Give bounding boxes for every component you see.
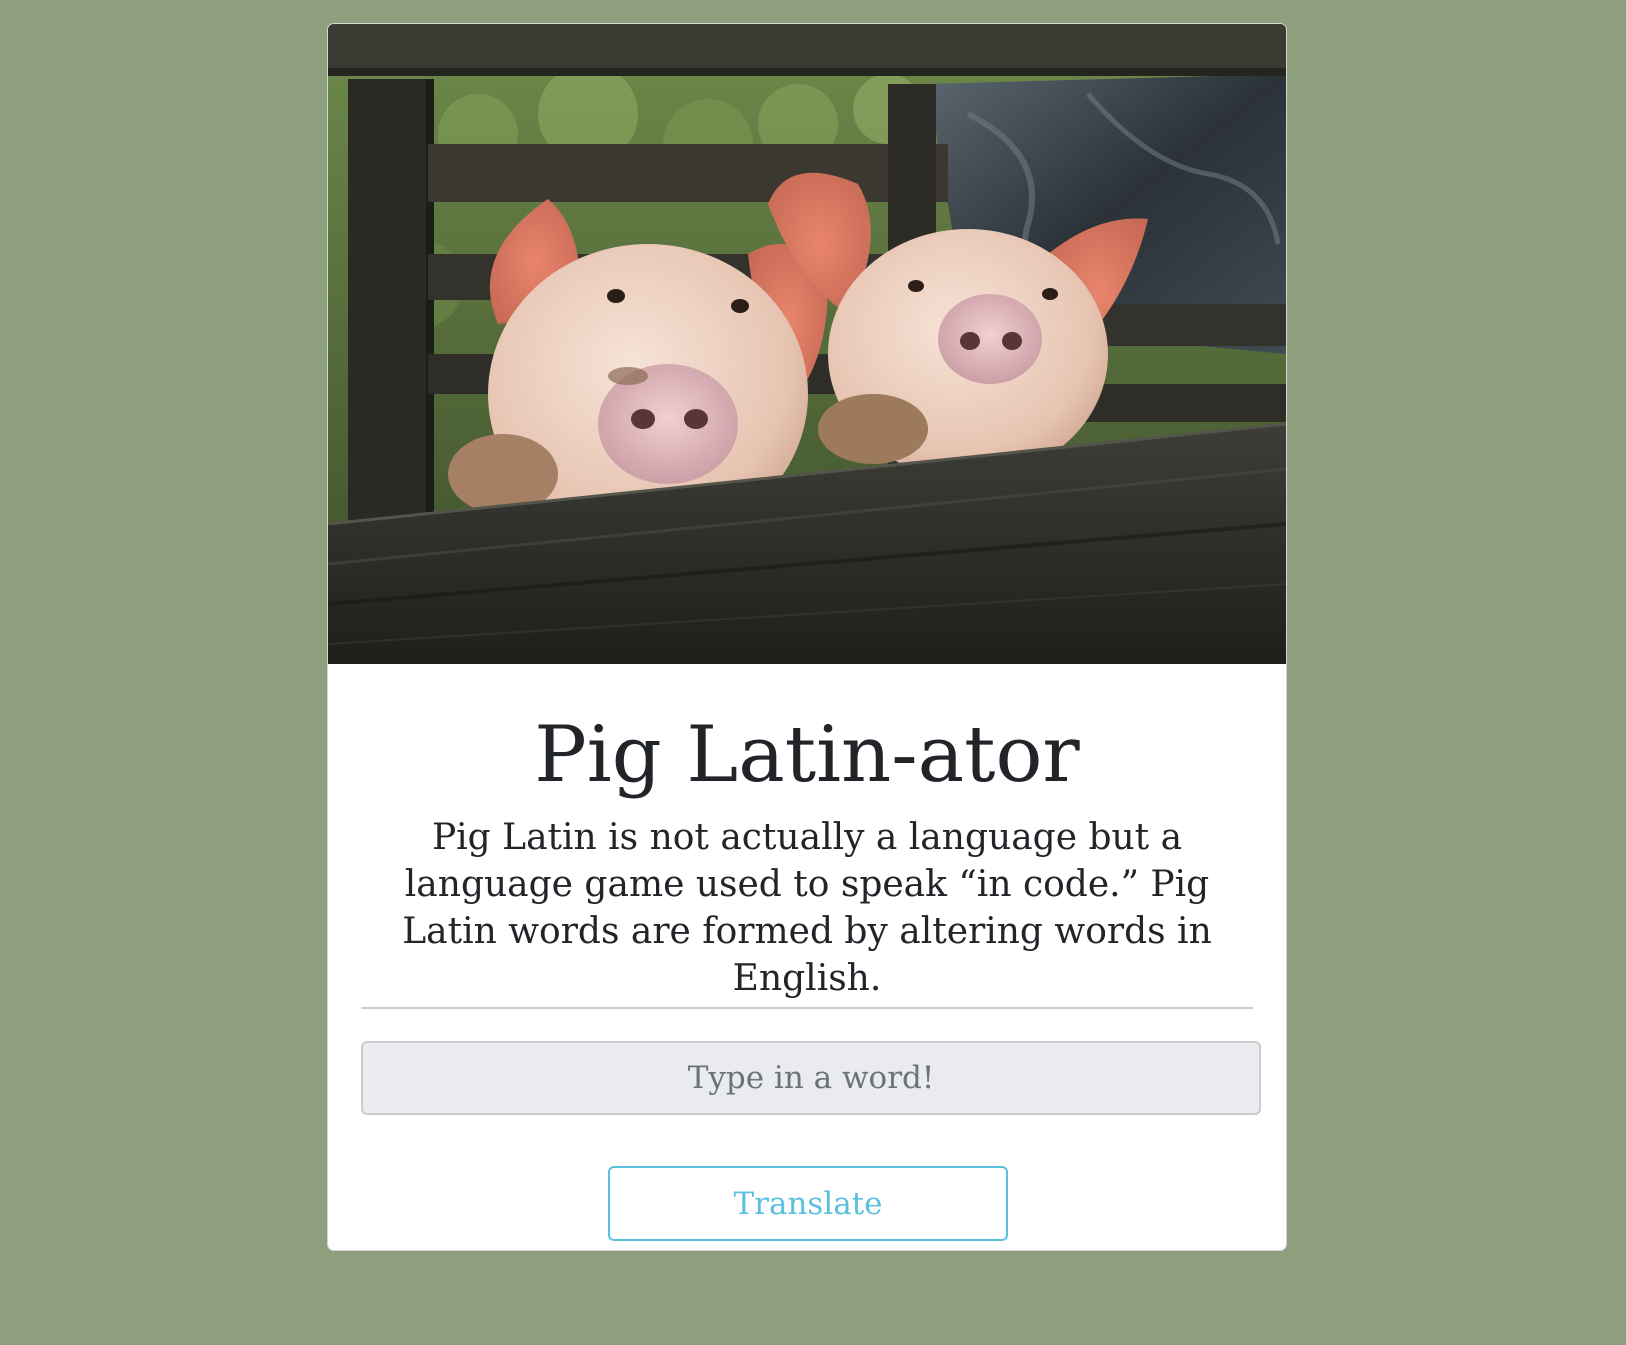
translator-card: Pig Latin-ator Pig Latin is not actually… bbox=[327, 23, 1287, 1251]
page-title: Pig Latin-ator bbox=[534, 710, 1080, 800]
card-body: Pig Latin-ator Pig Latin is not actually… bbox=[328, 664, 1286, 1250]
page-description: Pig Latin is not actually a language but… bbox=[402, 817, 1212, 999]
translate-button[interactable]: Translate bbox=[608, 1166, 1008, 1241]
word-input[interactable] bbox=[361, 1041, 1261, 1115]
divider bbox=[361, 1007, 1253, 1009]
pigs-photo bbox=[328, 24, 1286, 664]
